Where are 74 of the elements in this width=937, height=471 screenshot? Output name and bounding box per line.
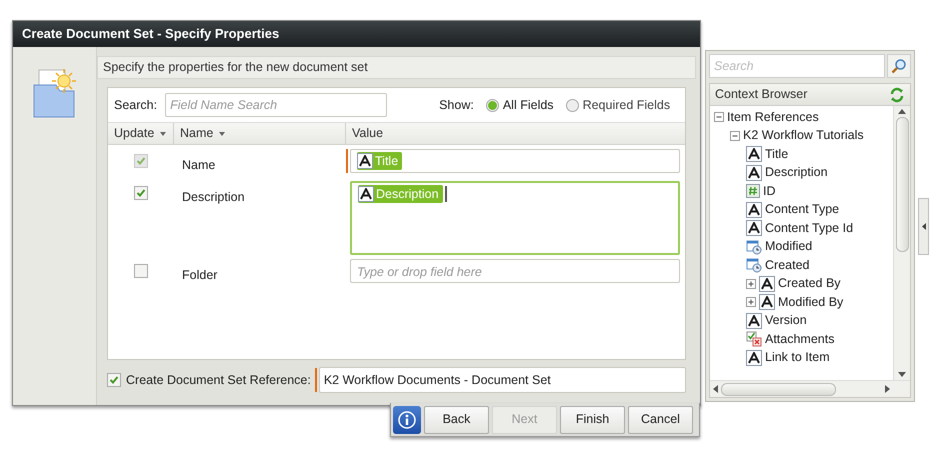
- tree-item[interactable]: Modified: [765, 237, 812, 256]
- collapse-panel-handle[interactable]: [918, 198, 929, 255]
- text-field-icon: [746, 350, 762, 366]
- tree-item[interactable]: Created: [765, 256, 810, 275]
- placeholder-text: Type or drop field here: [357, 264, 482, 281]
- text-field-icon: [746, 164, 762, 181]
- radio-button[interactable]: [486, 98, 499, 112]
- calendar-clock-icon: [746, 257, 762, 274]
- tree-item[interactable]: Version: [765, 311, 807, 330]
- tree-item[interactable]: Description: [765, 163, 828, 182]
- search-button[interactable]: [887, 54, 911, 78]
- scroll-right-icon[interactable]: [885, 385, 890, 393]
- plus-icon: [747, 298, 755, 306]
- plus-icon: [747, 280, 755, 288]
- radio-label: Required Fields: [582, 96, 670, 114]
- vertical-scrollbar[interactable]: [893, 106, 910, 380]
- text-field-icon: [746, 312, 762, 329]
- field-name: Name: [182, 158, 216, 172]
- tree-item[interactable]: Created By: [778, 274, 841, 294]
- window-title: Create Document Set - Specify Properties: [22, 25, 280, 44]
- scroll-left-icon[interactable]: [713, 385, 718, 393]
- text-field-icon: [759, 276, 775, 292]
- calendar-clock-icon: [746, 238, 762, 255]
- dialog-button[interactable]: Finish: [560, 406, 625, 434]
- tree-item[interactable]: ID: [763, 182, 776, 201]
- text-field-icon: [759, 294, 775, 310]
- info-button[interactable]: [393, 406, 421, 434]
- scroll-down-icon[interactable]: [898, 372, 906, 377]
- tree-item[interactable]: Link to Item: [765, 348, 830, 368]
- reference-label: Create Document Set Reference:: [126, 372, 311, 389]
- search-field[interactable]: Field Name Search: [165, 93, 388, 117]
- text-field-icon: [746, 146, 762, 162]
- field-name: Folder: [182, 268, 218, 282]
- expand-toggle[interactable]: [746, 278, 756, 289]
- sort-caret-icon: [160, 132, 166, 136]
- scroll-up-icon[interactable]: [898, 109, 906, 114]
- collapse-toggle[interactable]: [714, 112, 724, 122]
- column-header[interactable]: Update: [108, 123, 174, 144]
- collapse-toggle[interactable]: [730, 130, 740, 141]
- checkbox[interactable]: [134, 186, 148, 200]
- instructions-text: Specify the properties for the new document set: [103, 59, 368, 76]
- tree-item[interactable]: Title: [765, 144, 788, 164]
- checkbox[interactable]: [107, 373, 121, 387]
- tree-item[interactable]: Content Type: [765, 200, 840, 220]
- tree-item[interactable]: K2 Workflow Tutorials: [743, 126, 864, 146]
- expand-toggle[interactable]: [746, 297, 756, 308]
- tree-item[interactable]: Modified By: [778, 292, 844, 312]
- tree-item[interactable]: Item References: [727, 108, 819, 127]
- dialog-button[interactable]: Cancel: [628, 406, 693, 434]
- radio-button[interactable]: [566, 98, 579, 112]
- tree-item[interactable]: Content Type Id: [765, 218, 854, 238]
- search-icon: [891, 58, 907, 74]
- tree-item[interactable]: Attachments: [765, 330, 834, 349]
- column-header[interactable]: Name: [174, 123, 346, 144]
- field-name: Description: [182, 190, 245, 204]
- dialog-button[interactable]: Back: [424, 406, 489, 434]
- number-field-icon: [746, 184, 760, 198]
- text-field-icon: [746, 220, 762, 236]
- show-label: Show:: [439, 96, 474, 114]
- column-header[interactable]: Value: [346, 123, 685, 144]
- text-field-icon: [746, 202, 762, 218]
- text-field-icon: [358, 186, 374, 202]
- horizontal-scrollbar[interactable]: [710, 380, 910, 397]
- sort-caret-icon: [219, 132, 226, 136]
- search-label: Search:: [114, 96, 158, 114]
- radio-label: All Fields: [502, 96, 554, 114]
- text-field-icon: [357, 153, 373, 169]
- attachment-status-icon: [746, 331, 762, 348]
- panel-title: Context Browser: [715, 86, 808, 104]
- refresh-icon[interactable]: [889, 86, 905, 102]
- checkbox[interactable]: [134, 264, 148, 278]
- search-field[interactable]: Search: [709, 54, 885, 78]
- folder-sun-icon: [32, 67, 78, 119]
- reference-field[interactable]: K2 Workflow Documents - Document Set: [318, 367, 686, 393]
